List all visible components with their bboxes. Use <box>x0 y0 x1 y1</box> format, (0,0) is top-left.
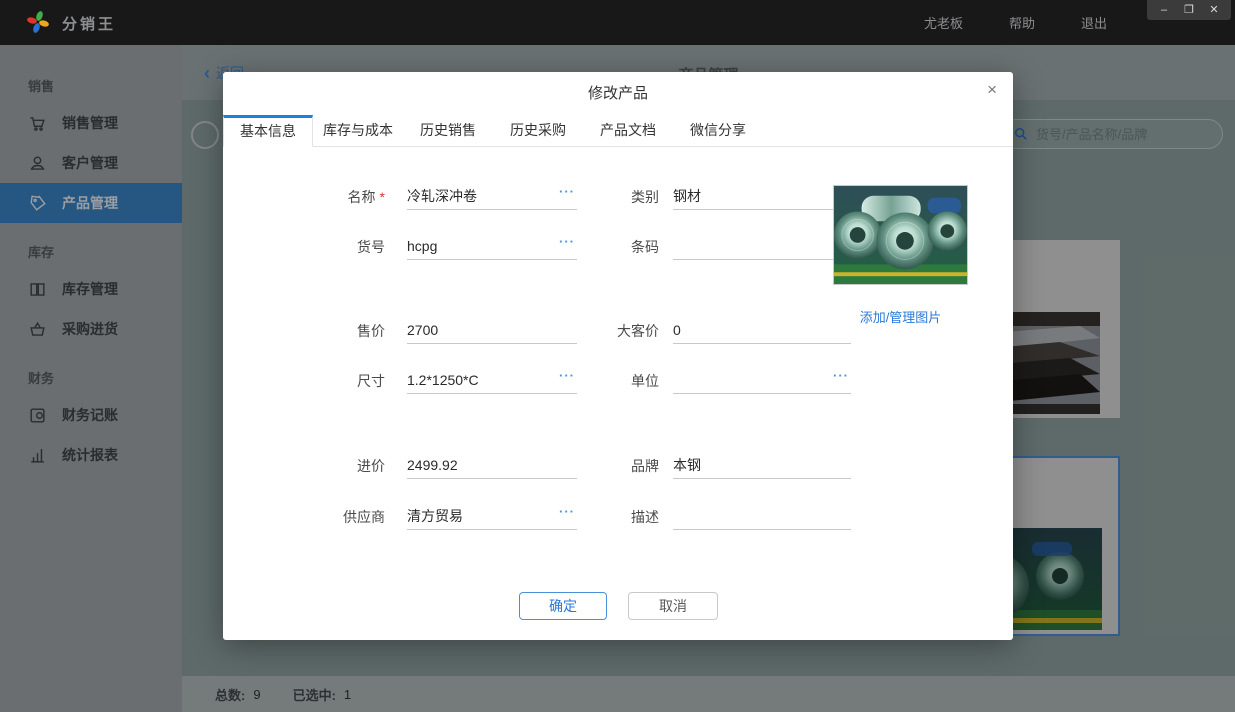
maximize-icon[interactable]: ❐ <box>1181 5 1197 16</box>
titlebar-menu: 尤老板 帮助 退出 <box>924 0 1107 45</box>
brand-field-wrap <box>673 451 851 481</box>
size-input[interactable] <box>407 366 577 394</box>
modal-tabs: 基本信息 库存与成本 历史销售 历史采购 产品文档 微信分享 <box>223 115 1013 147</box>
category-label: 类别 <box>573 182 659 212</box>
tab-product-docs[interactable]: 产品文档 <box>583 115 673 147</box>
size-label: 尺寸 <box>293 366 385 396</box>
modal-title: 修改产品 <box>223 82 1013 103</box>
titlebar-help-link[interactable]: 帮助 <box>1009 13 1035 32</box>
unit-label: 单位 <box>573 366 659 396</box>
sell-price-input[interactable] <box>407 316 577 344</box>
item-no-field-wrap: ··· <box>407 232 577 262</box>
cancel-button[interactable]: 取消 <box>628 592 718 620</box>
close-window-icon[interactable]: ✕ <box>1206 5 1222 16</box>
close-icon[interactable]: × <box>987 81 997 98</box>
app-title: 分销王 <box>62 13 116 34</box>
item-no-label: 货号 <box>293 232 385 262</box>
purchase-price-field-wrap <box>407 451 577 481</box>
unit-picker-ellipsis-button[interactable]: ··· <box>833 369 849 382</box>
name-label: 名称* <box>293 182 385 212</box>
product-image <box>833 185 968 285</box>
description-label: 描述 <box>573 502 659 532</box>
supplier-label: 供应商 <box>293 502 385 532</box>
category-input[interactable] <box>673 182 851 210</box>
tab-basic-info[interactable]: 基本信息 <box>223 115 313 147</box>
vip-price-label: 大客价 <box>573 316 659 346</box>
tab-inventory-cost[interactable]: 库存与成本 <box>313 115 403 147</box>
brand-label: 品牌 <box>573 451 659 481</box>
titlebar: 分销王 尤老板 帮助 退出 – ❐ ✕ <box>0 0 1235 45</box>
product-image-column: 添加/管理图片 <box>833 185 968 326</box>
titlebar-user-link[interactable]: 尤老板 <box>924 13 963 32</box>
vip-price-field-wrap <box>673 316 851 346</box>
barcode-field-wrap: ··· <box>673 232 851 262</box>
tab-sales-history[interactable]: 历史销售 <box>403 115 493 147</box>
add-manage-images-link[interactable]: 添加/管理图片 <box>833 307 968 326</box>
name-field-wrap: ··· <box>407 182 577 212</box>
purchase-price-input[interactable] <box>407 451 577 479</box>
barcode-input[interactable] <box>673 232 851 260</box>
sell-price-field-wrap <box>407 316 577 346</box>
vip-price-input[interactable] <box>673 316 851 344</box>
name-input[interactable] <box>407 182 577 210</box>
supplier-field-wrap: ··· <box>407 502 577 532</box>
app-logo-pinwheel-icon <box>26 10 50 34</box>
edit-product-modal: 修改产品 × 基本信息 库存与成本 历史销售 历史采购 产品文档 微信分享 名称… <box>223 72 1013 640</box>
tab-purchase-history[interactable]: 历史采购 <box>493 115 583 147</box>
sell-price-label: 售价 <box>293 316 385 346</box>
tab-wechat-share[interactable]: 微信分享 <box>673 115 763 147</box>
modal-button-row: 确定 取消 <box>223 592 1013 620</box>
category-field-wrap: ··· <box>673 182 851 212</box>
app-body: 销售 销售管理 客户管理 <box>0 45 1235 712</box>
description-input[interactable] <box>673 502 851 530</box>
ok-button[interactable]: 确定 <box>519 592 607 620</box>
titlebar-logout-link[interactable]: 退出 <box>1081 13 1107 32</box>
unit-input[interactable] <box>673 366 851 394</box>
app-window: 分销王 尤老板 帮助 退出 – ❐ ✕ 销售 销售管理 <box>0 0 1235 712</box>
brand-input[interactable] <box>673 451 851 479</box>
window-controls: – ❐ ✕ <box>1147 0 1231 20</box>
minimize-icon[interactable]: – <box>1156 5 1172 16</box>
required-asterisk: * <box>380 189 385 205</box>
barcode-label: 条码 <box>573 232 659 262</box>
purchase-price-label: 进价 <box>293 451 385 481</box>
size-field-wrap: ··· <box>407 366 577 396</box>
item-no-input[interactable] <box>407 232 577 260</box>
supplier-input[interactable] <box>407 502 577 530</box>
description-field-wrap <box>673 502 851 532</box>
unit-field-wrap: ··· <box>673 366 851 396</box>
